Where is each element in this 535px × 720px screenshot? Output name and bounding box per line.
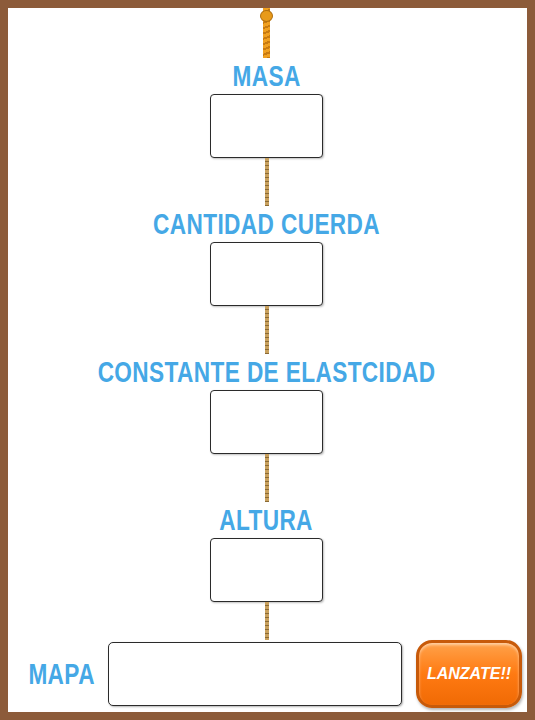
launch-button[interactable]: LANZATE!! xyxy=(416,640,522,708)
field-input[interactable] xyxy=(210,538,323,602)
field-label: CONSTANTE DE ELASTCIDAD xyxy=(50,354,483,390)
field-label: ALTURA xyxy=(206,502,326,538)
rope-icon xyxy=(265,306,269,354)
game-frame: MASA CANTIDAD CUERDA CONSTANTE DE ELASTCID… xyxy=(0,0,535,720)
field-input[interactable] xyxy=(210,94,323,158)
field-input[interactable] xyxy=(210,390,323,454)
rope-icon xyxy=(265,158,269,206)
map-row: MAPA LANZATE!! xyxy=(8,640,527,712)
field-label: CANTIDAD CUERDA xyxy=(121,206,412,242)
field-input[interactable] xyxy=(210,242,323,306)
parameter-column: MASA CANTIDAD CUERDA CONSTANTE DE ELASTCID… xyxy=(8,8,527,640)
knot-icon xyxy=(260,10,273,22)
field-label: MASA xyxy=(223,58,310,94)
map-input[interactable] xyxy=(108,642,402,706)
rope-icon xyxy=(263,8,270,58)
rope-icon xyxy=(265,602,269,640)
rope-icon xyxy=(265,454,269,502)
map-label: MAPA xyxy=(16,658,108,691)
